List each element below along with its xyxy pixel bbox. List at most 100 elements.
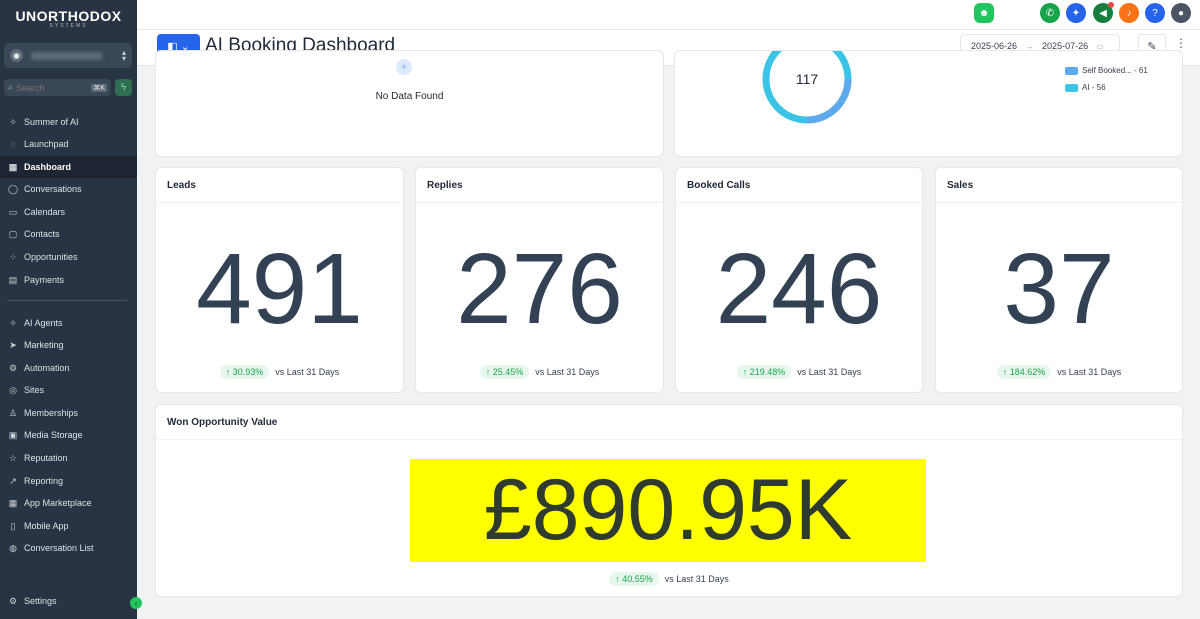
sidebar-item-media-storage[interactable]: ▣ Media Storage: [0, 424, 137, 446]
sidebar-item-summer-of-ai[interactable]: ✧ Summer of AI: [0, 111, 137, 133]
automation-icon: ⚙: [8, 362, 18, 373]
won-opportunity-card: Won Opportunity Value £890.95K ↑ 40.55% …: [155, 404, 1183, 597]
metric-value: 37: [1003, 233, 1115, 345]
gear-icon: ⚙: [8, 595, 18, 606]
rocket-icon: ◌: [10, 139, 16, 149]
brand-logo[interactable]: UNORTHODOX SYSTEMS: [0, 8, 137, 29]
image-icon: ▣: [8, 429, 18, 440]
sidebar-item-label: Dashboard: [24, 162, 72, 172]
sidebar-item-label: Media Storage: [24, 430, 83, 440]
change-badge: ↑ 30.93%: [219, 365, 270, 379]
comparison-text: vs Last 31 Days: [664, 574, 729, 584]
sidebar-item-settings[interactable]: ⚙ Settings: [0, 590, 137, 612]
metric-comparison: ↑ 219.48% vs Last 31 Days: [676, 365, 922, 379]
sidebar-item-conversations[interactable]: ◯ Conversations: [0, 178, 137, 200]
sidebar-item-label: Automation: [24, 363, 70, 373]
search-input[interactable]: [16, 82, 85, 93]
sidebar-item-label: Launchpad: [24, 139, 69, 149]
sidebar-item-payments[interactable]: ▤ Payments: [0, 269, 137, 291]
search-icon: ⌕: [396, 59, 412, 75]
sidebar-item-opportunities[interactable]: ⁘ Opportunities: [0, 246, 137, 268]
sidebar-item-label: Calendars: [24, 207, 66, 217]
won-opportunity-value: £890.95K: [410, 459, 926, 562]
sidebar-item-conversation-list[interactable]: ◍ Conversation List: [0, 537, 137, 559]
top-bar: ☻ ✆ ✦ ◀ ♪ ? ●: [137, 0, 1200, 30]
sidebar-item-label: Mobile App: [24, 521, 69, 531]
apps-icon: ▦: [8, 497, 18, 508]
sidebar-item-marketing[interactable]: ➤ Marketing: [0, 334, 137, 356]
sidebar-item-label: Opportunities: [24, 252, 78, 262]
megaphone-icon[interactable]: ◀: [1093, 2, 1114, 23]
sidebar-item-sites[interactable]: ◎ Sites: [0, 379, 137, 401]
card-title: Leads: [167, 180, 196, 191]
legend-item-ai[interactable]: AI - 56: [1065, 83, 1106, 92]
brand-name: UNORTHODOX: [15, 8, 122, 24]
sidebar-item-ai-agents[interactable]: ✧ AI Agents: [0, 312, 137, 334]
ai-agents-icon: ✧: [9, 317, 17, 328]
no-data-card: ⌕ No Data Found: [155, 50, 664, 157]
change-badge: ↑ 219.48%: [736, 365, 792, 379]
sidebar-item-label: Sites: [24, 385, 45, 395]
metric-card-sales: Sales 37 ↑ 184.62% vs Last 31 Days: [935, 167, 1183, 393]
payments-icon: ▤: [8, 274, 18, 285]
comparison-text: vs Last 31 Days: [535, 367, 600, 377]
account-name-redacted: [31, 51, 103, 60]
star-icon: ☆: [8, 452, 18, 463]
bell-icon[interactable]: ♪: [1119, 3, 1139, 23]
phone-icon: ▯: [10, 520, 16, 531]
sidebar-item-label: AI Agents: [24, 318, 63, 328]
metric-comparison: ↑ 184.62% vs Last 31 Days: [936, 365, 1182, 379]
legend-swatch: [1065, 83, 1078, 92]
sidebar-item-reputation[interactable]: ☆ Reputation: [0, 447, 137, 469]
comparison-text: vs Last 31 Days: [1057, 367, 1122, 377]
more-options-icon[interactable]: ⋮: [1175, 36, 1187, 50]
magic-wand-icon[interactable]: ✦: [1066, 3, 1086, 23]
metric-card-replies: Replies 276 ↑ 25.45% vs Last 31 Days: [415, 167, 664, 393]
sidebar-item-memberships[interactable]: ♙ Memberships: [0, 402, 137, 424]
sidebar-search[interactable]: ⌕ ⌘K: [4, 79, 111, 96]
card-divider: [676, 202, 922, 203]
metric-comparison: ↑ 25.45% vs Last 31 Days: [416, 365, 663, 379]
search-icon: ⌕: [8, 82, 14, 92]
notification-dot: [1108, 2, 1114, 8]
metric-value: 276: [456, 233, 623, 345]
sidebar-item-calendars[interactable]: ▭ Calendars: [0, 201, 137, 223]
quick-action-bolt-icon[interactable]: ϟ: [115, 79, 132, 96]
donut-total: 117: [795, 71, 819, 87]
metric-value: 491: [196, 233, 363, 345]
sidebar-divider: [7, 300, 127, 301]
sidebar-collapse-button[interactable]: ‹: [130, 597, 142, 609]
sidebar-item-label: Settings: [24, 596, 57, 606]
opportunities-icon: ⁘: [9, 251, 17, 262]
sidebar-item-label: Contacts: [24, 229, 60, 239]
sidebar-item-label: Conversations: [24, 184, 82, 194]
location-icon: ◉: [10, 49, 23, 62]
donut-chart-card: 117 Self Booked... - 61 AI - 56: [674, 50, 1183, 157]
comparison-text: vs Last 31 Days: [275, 367, 340, 377]
sidebar-item-launchpad[interactable]: ◌ Launchpad: [0, 133, 137, 155]
card-divider: [156, 439, 1182, 440]
ai-assistant-robot-icon[interactable]: ☻: [974, 3, 994, 23]
legend-label: AI - 56: [1082, 83, 1106, 92]
sidebar-item-label: Memberships: [24, 408, 79, 418]
metric-card-booked-calls: Booked Calls 246 ↑ 219.48% vs Last 31 Da…: [675, 167, 923, 393]
conversation-list-icon: ◍: [9, 542, 17, 553]
sidebar-item-automation[interactable]: ⚙ Automation: [0, 357, 137, 379]
user-avatar[interactable]: ●: [1171, 3, 1191, 23]
sidebar-item-contacts[interactable]: ▢ Contacts: [0, 223, 137, 245]
sidebar-item-reporting[interactable]: ↗ Reporting: [0, 470, 137, 492]
phone-call-icon[interactable]: ✆: [1040, 3, 1060, 23]
account-switcher[interactable]: ◉ ▴ ▾: [4, 43, 132, 68]
sidebar-item-mobile-app[interactable]: ▯ Mobile App: [0, 515, 137, 537]
legend-item-self-booked[interactable]: Self Booked... - 61: [1065, 66, 1148, 75]
donut-chart: [762, 51, 852, 124]
metric-comparison: ↑ 30.93% vs Last 31 Days: [156, 365, 403, 379]
help-icon[interactable]: ?: [1145, 3, 1165, 23]
sidebar-item-app-marketplace[interactable]: ▦ App Marketplace: [0, 492, 137, 514]
change-badge: ↑ 184.62%: [996, 365, 1052, 379]
sidebar-item-dashboard[interactable]: ▦ Dashboard: [0, 156, 137, 178]
card-divider: [416, 202, 663, 203]
metric-value: 246: [715, 233, 883, 345]
change-badge: ↑ 25.45%: [479, 365, 530, 379]
sidebar-item-label: Marketing: [24, 340, 64, 350]
